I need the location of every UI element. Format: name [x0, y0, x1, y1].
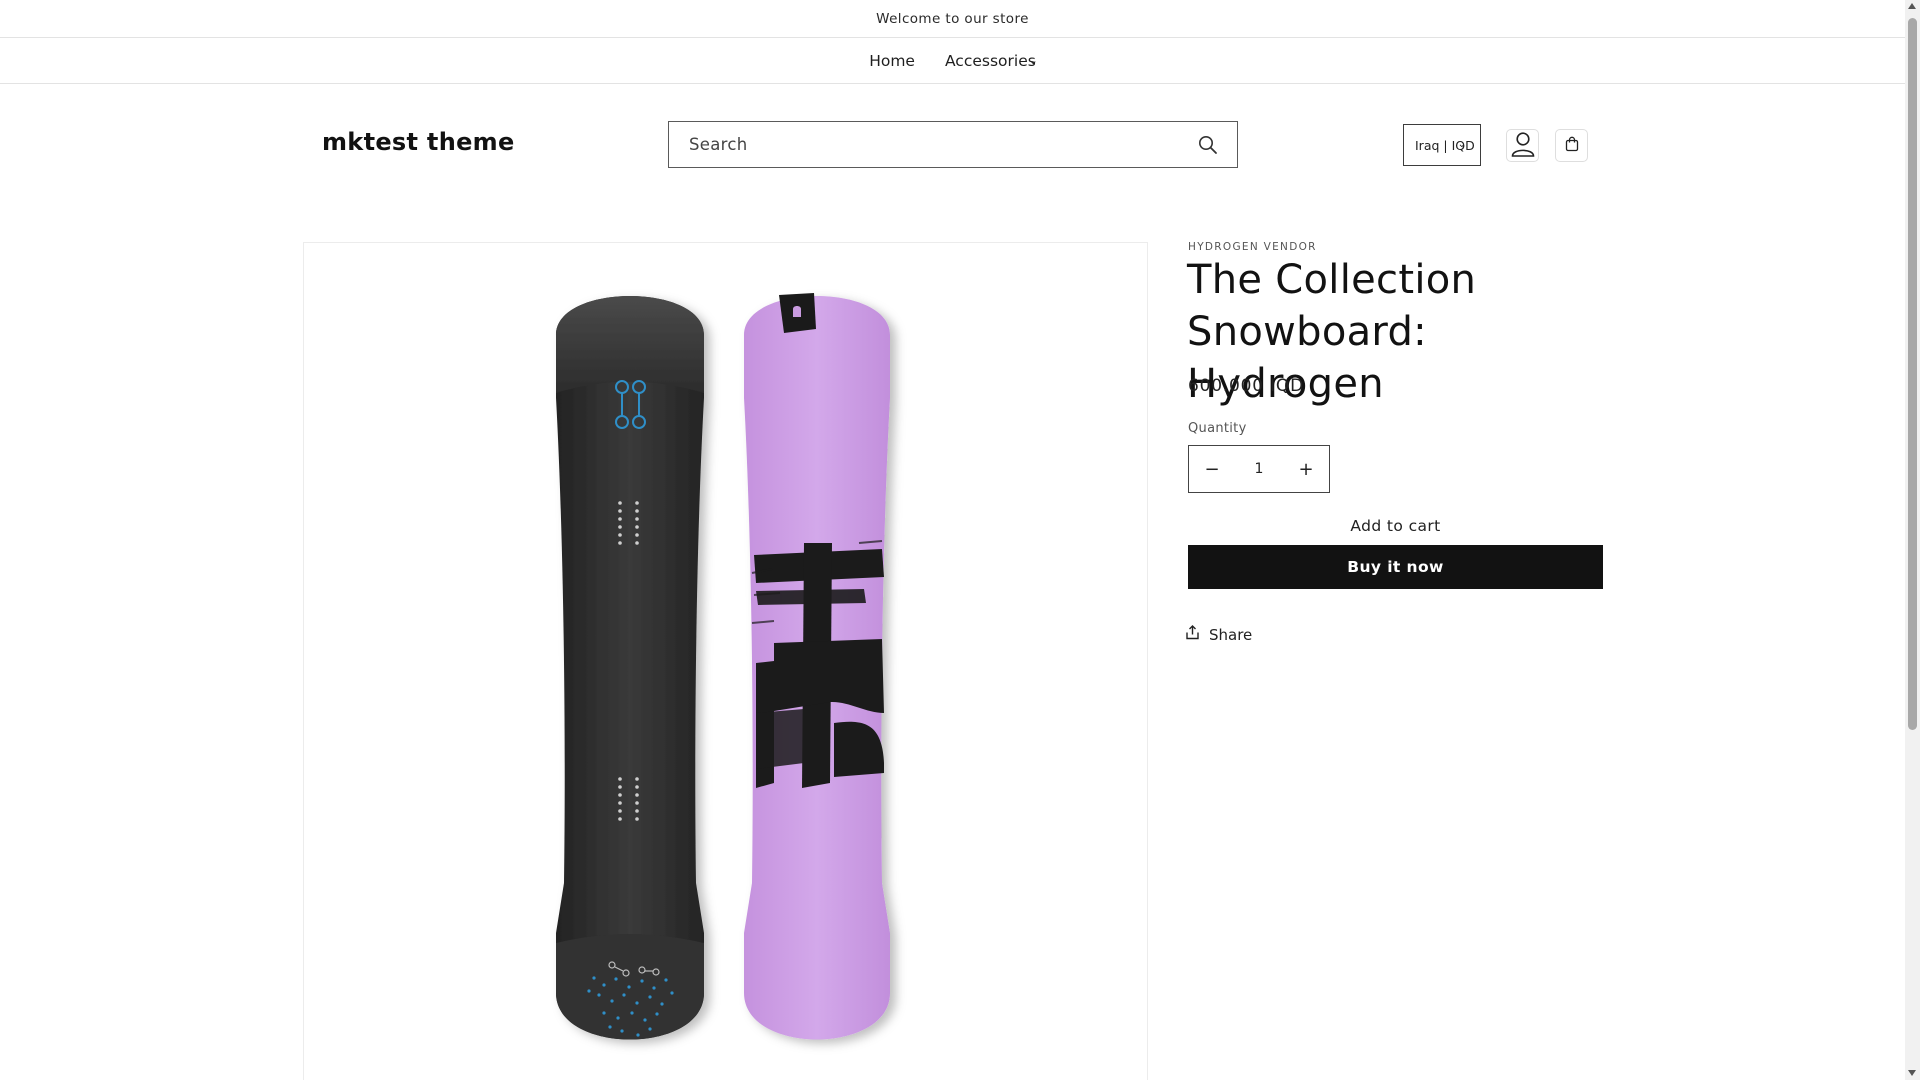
cart-icon — [1565, 136, 1579, 156]
product-image — [556, 293, 890, 1040]
scroll-down-icon[interactable] — [1908, 1070, 1916, 1076]
quantity-input[interactable] — [1235, 461, 1283, 477]
search-icon[interactable] — [1197, 134, 1219, 156]
share-icon — [1186, 625, 1199, 644]
share-button[interactable]: Share — [1186, 625, 1252, 644]
add-to-cart-button[interactable]: Add to cart — [1188, 508, 1603, 544]
account-icon — [1510, 130, 1536, 162]
search-box — [668, 121, 1238, 168]
scrollbar-thumb[interactable] — [1908, 18, 1917, 730]
nav-item-accessories[interactable]: Accessories ⌄ — [944, 52, 1038, 70]
account-button[interactable] — [1506, 129, 1539, 162]
main-nav: Home Accessories ⌄ — [0, 39, 1905, 84]
announcement-bar: Welcome to our store — [0, 0, 1905, 38]
product-vendor: HYDROGEN VENDOR — [1188, 241, 1317, 253]
quantity-label: Quantity — [1188, 421, 1247, 436]
chevron-down-icon: ⌄ — [1457, 139, 1466, 150]
buy-now-button[interactable]: Buy it now — [1188, 545, 1603, 589]
share-label: Share — [1209, 625, 1253, 644]
product-price: 600.000 IQD — [1188, 376, 1304, 396]
page-scrollbar[interactable] — [1905, 0, 1920, 1080]
decrease-quantity-button[interactable]: − — [1189, 446, 1235, 492]
chevron-down-icon: ⌄ — [1028, 54, 1038, 67]
nav-item-home[interactable]: Home — [869, 52, 915, 70]
scroll-up-icon[interactable] — [1908, 3, 1916, 9]
store-logo[interactable]: mktest theme — [322, 128, 515, 156]
product-media[interactable] — [303, 242, 1148, 1080]
announcement-text: Welcome to our store — [876, 10, 1029, 27]
search-input[interactable] — [689, 135, 1149, 154]
nav-item-accessories-label: Accessories — [944, 52, 1036, 70]
quantity-stepper: − + — [1188, 445, 1330, 493]
country-selector[interactable]: Iraq | IQD ⌄ — [1403, 124, 1481, 166]
cart-button[interactable] — [1555, 129, 1588, 162]
increase-quantity-button[interactable]: + — [1283, 446, 1329, 492]
